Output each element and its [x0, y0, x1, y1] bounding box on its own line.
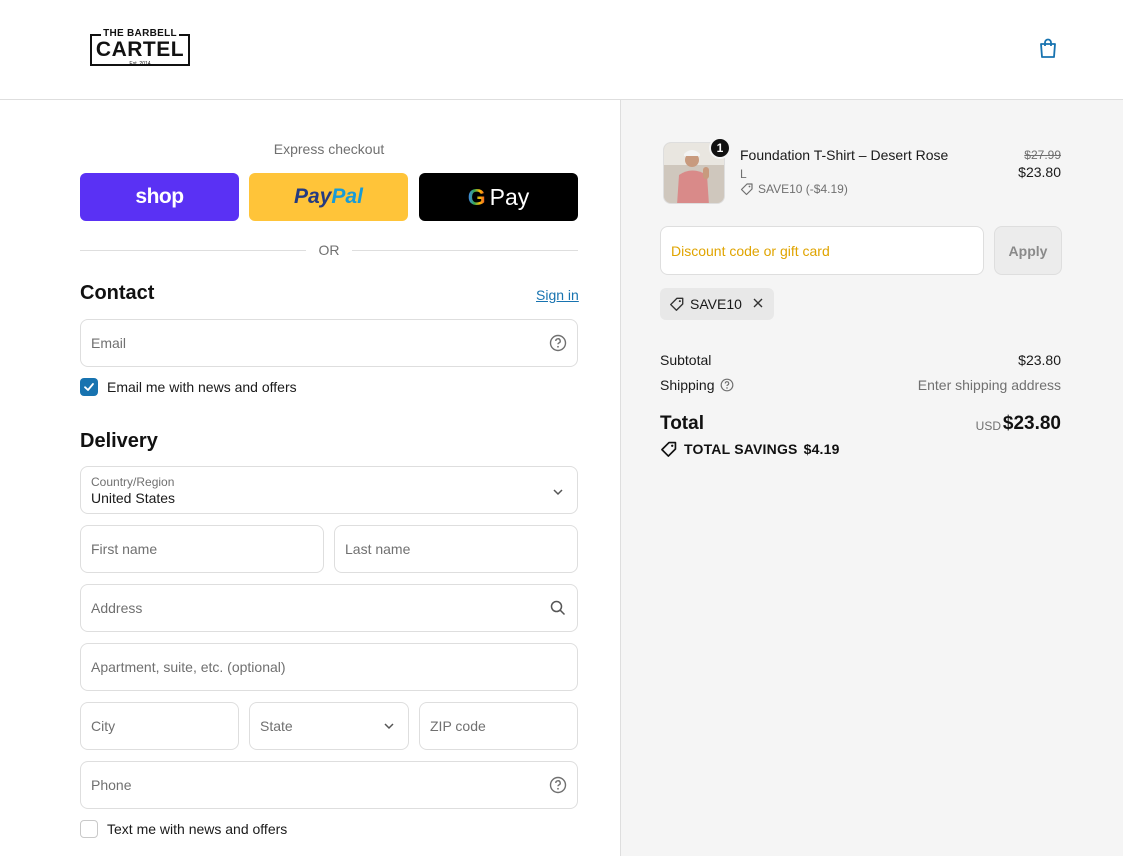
quantity-badge: 1 — [709, 137, 731, 159]
applied-discount-chip: SAVE10 — [660, 288, 774, 320]
checkout-form: Express checkout shop Pay Pal G Pay OR Co… — [0, 100, 620, 856]
shipping-value: Enter shipping address — [917, 377, 1061, 393]
google-pay-label: Pay — [489, 183, 530, 210]
product-variant: L — [740, 167, 747, 181]
logo-main-text: CARTEL — [95, 38, 185, 61]
discounted-price: $23.80 — [1018, 164, 1061, 180]
tag-icon — [740, 183, 753, 196]
discount-placeholder: Discount code or gift card — [671, 243, 830, 259]
newsletter-label: Email me with news and offers — [107, 379, 297, 395]
remove-discount-icon[interactable] — [752, 296, 764, 312]
paypal-label-pay: Pay — [294, 185, 332, 208]
product-discount-text: SAVE10 (-$4.19) — [758, 182, 848, 196]
apply-discount-button[interactable]: Apply — [994, 226, 1062, 275]
shipping-label: Shipping — [660, 377, 715, 393]
country-select[interactable]: Country/Region United States — [80, 466, 578, 514]
newsletter-checkbox[interactable] — [80, 378, 98, 396]
address-field[interactable]: Address — [80, 584, 578, 632]
email-placeholder: Email — [91, 335, 127, 351]
apartment-field[interactable]: Apartment, suite, etc. (optional) — [80, 643, 578, 691]
subtotal-value: $23.80 — [1018, 352, 1061, 368]
delivery-title: Delivery — [80, 430, 158, 452]
total-currency: USD — [975, 419, 1001, 433]
total-label: Total — [660, 413, 704, 434]
brand-logo[interactable]: THE BARBELL CARTEL Est. 2014 — [89, 28, 191, 68]
divider-line — [352, 250, 578, 251]
address-placeholder: Address — [91, 600, 143, 616]
subtotal-row: Subtotal $23.80 — [660, 352, 1061, 372]
help-circle-icon[interactable] — [720, 378, 734, 392]
tag-icon — [661, 441, 677, 457]
phone-placeholder: Phone — [91, 777, 132, 793]
help-circle-icon[interactable] — [549, 776, 567, 794]
phone-field[interactable]: Phone — [80, 761, 578, 809]
zip-field[interactable]: ZIP code — [419, 702, 578, 750]
or-divider: OR — [80, 242, 578, 258]
sms-checkbox-row[interactable]: Text me with news and offers — [80, 819, 287, 839]
sms-checkbox[interactable] — [80, 820, 98, 838]
savings-label: TOTAL SAVINGS — [684, 441, 798, 457]
paypal-button[interactable]: Pay Pal — [249, 173, 408, 221]
paypal-label-pal: Pal — [331, 185, 363, 208]
country-label: Country/Region — [91, 475, 175, 489]
city-placeholder: City — [91, 718, 116, 734]
country-value: United States — [91, 490, 176, 506]
email-field[interactable]: Email — [80, 319, 578, 367]
google-pay-button[interactable]: G Pay — [419, 173, 578, 221]
newsletter-checkbox-row[interactable]: Email me with news and offers — [80, 377, 297, 397]
logo-est-text: Est. 2014 — [129, 61, 151, 67]
shopping-bag-icon[interactable] — [1036, 36, 1060, 60]
shop-pay-button[interactable]: shop — [80, 173, 239, 221]
last-name-field[interactable]: Last name — [334, 525, 578, 573]
last-name-placeholder: Last name — [345, 541, 411, 557]
help-circle-icon[interactable] — [549, 334, 567, 352]
total-row: Total USD $23.80 — [660, 411, 1061, 437]
state-placeholder: State — [260, 718, 293, 734]
shop-pay-label: shop — [135, 185, 184, 208]
original-price: $27.99 — [1024, 148, 1061, 162]
zip-placeholder: ZIP code — [430, 718, 486, 734]
checkmark-icon — [84, 383, 94, 391]
total-value: $23.80 — [1002, 413, 1061, 434]
sms-label: Text me with news and offers — [107, 821, 288, 837]
apartment-placeholder: Apartment, suite, etc. (optional) — [91, 659, 286, 675]
express-checkout-title: Express checkout — [273, 141, 385, 157]
shipping-row: Shipping Enter shipping address — [660, 377, 1061, 397]
first-name-field[interactable]: First name — [80, 525, 324, 573]
tag-icon — [670, 297, 684, 311]
product-discount: SAVE10 (-$4.19) — [740, 182, 848, 196]
state-select[interactable]: State — [249, 702, 409, 750]
discount-code-input[interactable]: Discount code or gift card — [660, 226, 984, 275]
shipping-label-group: Shipping — [660, 377, 734, 393]
contact-title: Contact — [80, 282, 155, 304]
google-g-icon: G — [467, 183, 486, 210]
chevron-down-icon — [549, 483, 567, 501]
site-header: THE BARBELL CARTEL Est. 2014 — [0, 0, 1123, 100]
savings-value: $4.19 — [803, 441, 840, 457]
subtotal-label: Subtotal — [660, 352, 712, 368]
city-field[interactable]: City — [80, 702, 239, 750]
chevron-down-icon — [380, 717, 398, 735]
first-name-placeholder: First name — [91, 541, 158, 557]
applied-code: SAVE10 — [690, 296, 742, 312]
total-savings: TOTAL SAVINGS $4.19 — [660, 440, 840, 458]
sign-in-link[interactable]: Sign in — [536, 287, 579, 303]
order-summary: 1 Foundation T-Shirt – Desert Rose L SAV… — [620, 100, 1123, 856]
product-name: Foundation T-Shirt – Desert Rose — [740, 147, 949, 163]
search-icon — [549, 599, 567, 617]
